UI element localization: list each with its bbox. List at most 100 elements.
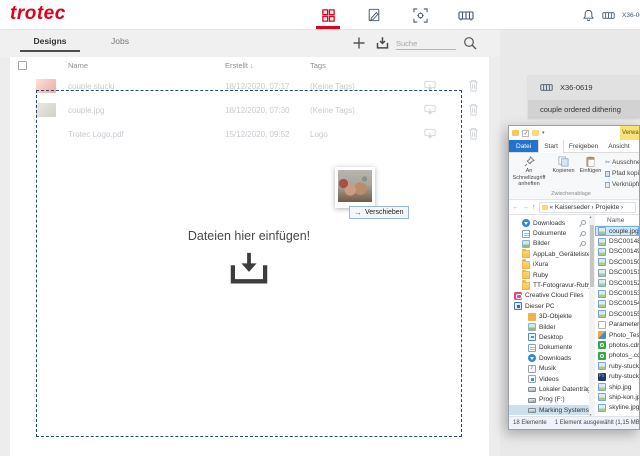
tree-item[interactable]: Creative Cloud Files [509,291,589,301]
file-item[interactable]: ship-kon.jp [595,392,639,402]
file-item[interactable]: DSC00150.J [595,257,639,267]
file-item[interactable]: ruby-stucki [595,371,639,381]
tree-item-icon [528,323,536,332]
file-item-label: DSC00154.J [609,300,639,308]
laser-job-queue-card: X36-0619 couple ordered dithering [528,75,640,118]
file-item[interactable]: ship.jpg [595,382,639,392]
file-item[interactable]: Parameter- [595,320,639,330]
import-design-button[interactable] [375,36,391,51]
address-folder-icon [541,204,548,210]
tree-item[interactable]: Prog (F:) [509,395,589,405]
tree-item[interactable]: Dokumente [509,228,589,238]
search-input[interactable] [396,37,456,50]
tree-item[interactable]: Dieser PC [509,301,589,311]
delete-trash-icon[interactable] [468,103,479,116]
paste-button[interactable]: Einfügen [578,156,603,175]
address-breadcrumb[interactable]: « Kaiserseder › Projekte › [538,201,636,213]
tree-item[interactable]: iXura [509,259,589,270]
tab-start[interactable]: Start [538,140,564,153]
tab-bildtools[interactable]: Bildtools [635,140,639,152]
file-item[interactable]: skyline.jpg [595,403,639,413]
nav-designs-icon[interactable] [316,5,340,29]
column-header-created[interactable]: Erstellt ↓ [225,61,253,70]
file-item[interactable]: DSC00153.J [595,288,639,298]
file-item-icon [598,237,606,246]
tree-item[interactable]: TT-Fotogravur-Ruby [509,280,589,290]
queue-job-item[interactable]: couple ordered dithering [528,100,640,118]
tab-freigeben[interactable]: Freigeben [564,140,603,152]
file-item[interactable]: DSC00151.J [595,268,639,278]
tab-ansicht[interactable]: Ansicht [603,140,634,152]
nav-design-editor-icon[interactable] [364,5,384,25]
cut-button[interactable]: ✂Ausschneiden [605,157,639,168]
select-all-checkbox[interactable] [18,61,27,70]
file-item[interactable]: photos_.cdr [595,351,639,361]
column-header-created-label: Erstellt [225,61,248,70]
copy-path-button[interactable]: Pfad kopieren [605,168,639,179]
tree-item[interactable]: Bilder [509,239,589,249]
tree-item[interactable]: Ruby [509,269,589,280]
tree-item[interactable]: AppLab_Geräteliste [509,248,589,259]
file-item[interactable]: DSC00149.J [595,247,639,257]
tree-item-label: AppLab_Geräteliste [533,250,589,258]
pin-button-label: An Schnellzugriff anheften [512,168,546,188]
quick-access-folder-icon[interactable] [532,130,539,136]
address-path: « Kaiserseder › Projekte › [549,203,624,211]
pin-to-quick-access-button[interactable]: An Schnellzugriff anheften [511,156,547,188]
quick-access-check-icon[interactable] [522,129,529,137]
device-machine-icon[interactable] [602,10,615,21]
file-item[interactable]: ruby-stucki [595,361,639,371]
file-item-label: couple.jpg [609,227,639,235]
queue-device-header[interactable]: X36-0619 [528,75,640,100]
copy-button[interactable]: Kopieren [551,156,576,175]
tree-item[interactable]: Musik [509,363,589,373]
tree-item[interactable]: Bilder [509,322,589,332]
tree-item-icon [528,408,536,414]
cut-button-label: Ausschneiden [612,159,639,166]
delete-trash-icon[interactable] [468,127,479,140]
notifications-bell-icon[interactable] [582,9,595,22]
file-item[interactable]: couple.jpg [595,226,639,237]
quick-access-chevron-icon[interactable]: ▾ [542,130,545,136]
tab-datei[interactable]: Datei [509,140,539,152]
tree-item[interactable]: Marking Systems (G:) [509,405,589,416]
tab-designs[interactable]: Designs [20,36,80,46]
tree-item-icon [528,333,536,342]
drag-ghost-thumbnail[interactable] [335,167,375,208]
file-list-header-name[interactable]: Name [595,215,639,226]
tree-item[interactable]: Lokaler Datenträger (C:) [509,384,589,394]
file-item[interactable]: DSC00154.J [595,299,639,309]
paste-shortcut-button[interactable]: Verknüpfung einfügen [605,179,639,190]
up-arrow-icon[interactable]: ↑ [532,204,536,211]
device-id-label[interactable]: X36-0619 [622,12,640,19]
tree-item[interactable]: Videos [509,374,589,384]
nav-positioning-icon[interactable] [410,5,430,25]
file-item[interactable]: Photo_Test_ [595,330,639,340]
file-item-icon [598,289,606,298]
status-bar: 18 Elemente 1 Element ausgewählt (1,15 M… [509,416,639,429]
file-drop-zone[interactable]: Dateien hier einfügen! [36,90,462,437]
file-item[interactable]: DSC00148.J [595,236,639,246]
file-item[interactable]: DSC00155.J [595,309,639,319]
file-item[interactable]: photos.cdr [595,340,639,350]
delete-trash-icon[interactable] [468,79,479,92]
search-icon[interactable] [463,36,478,51]
file-item-label: ruby-stucki [609,362,639,370]
tree-item[interactable]: Dokumente [509,343,589,353]
file-item-icon [598,383,606,392]
tab-jobs[interactable]: Jobs [100,36,140,46]
tree-item[interactable]: Downloads [509,218,589,228]
tree-item[interactable]: Desktop [509,332,589,342]
tree-item[interactable]: Downloads [509,353,589,363]
column-header-tags[interactable]: Tags [310,61,326,70]
column-header-name[interactable]: Name [68,61,88,70]
explorer-title-bar[interactable]: ▾ Verwalten [509,126,639,140]
file-item-label: Photo_Test_ [609,331,639,339]
back-arrow-icon[interactable]: ← [512,204,519,211]
scrollbar-thumb[interactable] [590,225,594,287]
nav-production-icon[interactable] [456,5,476,25]
file-item[interactable]: DSC00152.J [595,278,639,288]
add-design-button[interactable] [352,36,368,51]
tree-item[interactable]: 3D-Objekte [509,312,589,322]
forward-arrow-icon[interactable]: → [522,204,529,211]
